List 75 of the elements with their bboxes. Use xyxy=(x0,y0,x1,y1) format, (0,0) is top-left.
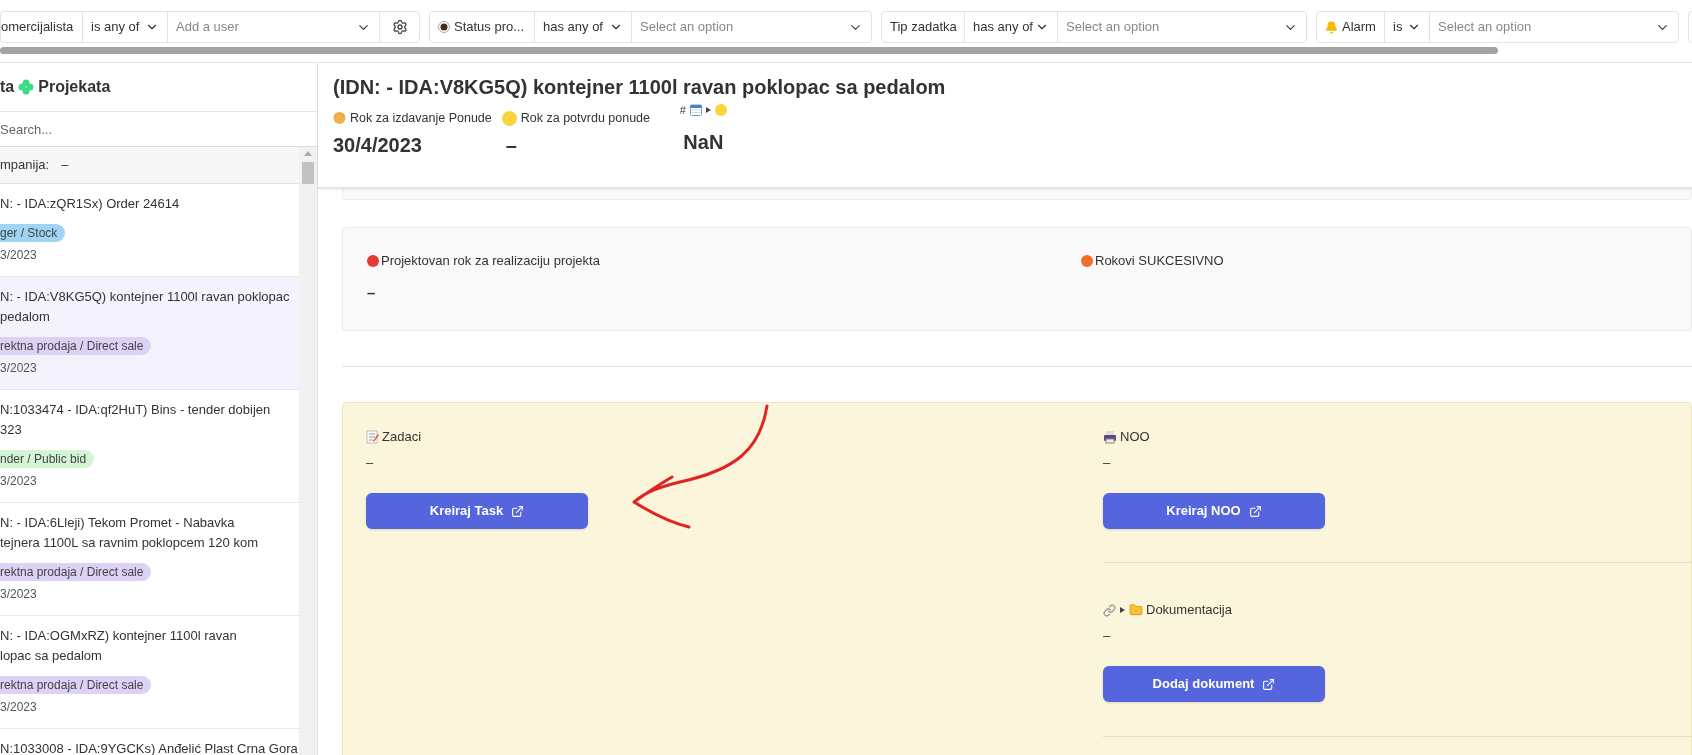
sidebar-title: ta xyxy=(0,77,15,97)
filter-label[interactable]: Status pro... xyxy=(430,12,535,42)
folder-icon xyxy=(1129,603,1143,617)
project-tag: ger / Stock xyxy=(0,224,66,242)
scroll-thumb[interactable] xyxy=(302,162,314,184)
external-link-icon xyxy=(511,504,525,518)
project-title: N: - IDA:V8KG5Q) kontejner 1100l ravan poklopac xyxy=(0,288,291,306)
section-label: Zadaci xyxy=(382,428,422,447)
field-value: NaN xyxy=(683,130,724,155)
project-tag: rektna prodaja / Direct sale xyxy=(0,676,152,694)
operator-dropdown[interactable]: has any of xyxy=(535,12,632,42)
vertical-scrollbar[interactable] xyxy=(299,147,317,755)
field-value: – xyxy=(504,133,518,158)
filter-label[interactable]: Tip zadatka xyxy=(882,12,965,42)
project-item[interactable]: N: - IDA:V8KG5Q) kontejner 1100l ravan poklopac pedalom rektna prodaja / Direct sale 3/2023 xyxy=(0,277,299,390)
field-label: Rok za izdavanje Ponude xyxy=(350,109,492,127)
operator-dropdown[interactable]: has any of xyxy=(965,12,1058,42)
project-title: lopac sa pedalom xyxy=(0,647,103,665)
action-button[interactable]: Kreiraj NOO xyxy=(1103,493,1325,529)
page-title: (IDN: - IDA:V8KG5Q) kontejner 1100l ravan poklopac sa pedalom xyxy=(333,75,947,100)
section-value: – xyxy=(1103,627,1112,644)
project-title: pedalom xyxy=(0,308,51,326)
operator-dropdown[interactable]: is any of xyxy=(83,12,168,42)
section-value: – xyxy=(1103,454,1112,471)
select-field[interactable]: Select an option xyxy=(1430,12,1678,42)
group-value: – xyxy=(61,156,69,175)
person-icon xyxy=(333,111,346,125)
scroll-up-arrow-icon[interactable] xyxy=(304,151,312,156)
field-label: # xyxy=(679,102,686,118)
deadline-value: – xyxy=(367,283,377,303)
operator-dropdown[interactable]: is xyxy=(1385,12,1430,42)
project-title: N:1033474 - IDA:qf2HuT) Bins - tender dobijen xyxy=(0,401,272,419)
field-label: Rok za potvrdu ponude xyxy=(520,109,651,127)
link-icon xyxy=(1103,603,1116,617)
project-tag: nder / Public bid xyxy=(0,450,95,468)
project-date: 3/2023 xyxy=(0,247,38,264)
group-label: mpanija: xyxy=(0,156,50,175)
filter-label[interactable]: omercijalista xyxy=(1,12,83,42)
bell-icon xyxy=(1325,20,1338,34)
project-title: N: - IDA:zQR1Sx) Order 24614 xyxy=(0,195,181,213)
section-label: NOO xyxy=(1120,428,1150,447)
select-field[interactable]: Add a user xyxy=(168,12,379,42)
field-value: 30/4/2023 xyxy=(333,133,423,158)
project-tag: rektna prodaja / Direct sale xyxy=(0,337,152,355)
project-date: 3/2023 xyxy=(0,699,38,716)
project-date: 3/2023 xyxy=(0,360,38,377)
caret-icon xyxy=(705,107,711,113)
section-value: – xyxy=(366,454,375,471)
section-label: Dokumentacija xyxy=(1146,601,1232,620)
settings-icon xyxy=(391,19,408,35)
clover-icon xyxy=(18,79,35,95)
caret-icon xyxy=(1120,607,1125,613)
filter-label[interactable]: Alarm xyxy=(1317,12,1385,42)
project-title: 323 xyxy=(0,421,23,439)
deadline-label: Projektovan rok za realizaciju projekta xyxy=(381,252,600,271)
eye-icon xyxy=(438,21,450,33)
sidebar-title: Projekata xyxy=(38,77,111,97)
project-title: N: - IDA:6Lleji) Tekom Promet - Nabavka xyxy=(0,514,236,532)
select-field[interactable]: Select an option xyxy=(632,12,871,42)
action-button[interactable]: Kreiraj Task xyxy=(366,493,588,529)
horizontal-scrollbar[interactable] xyxy=(0,47,1498,54)
select-field[interactable]: Select an option xyxy=(1058,12,1306,42)
action-button[interactable]: Dodaj dokument xyxy=(1103,666,1325,702)
project-title: tejnera 1100L sa ravnim poklopcem 120 kom xyxy=(0,534,259,552)
project-date: 3/2023 xyxy=(0,473,38,490)
deadline-label: Rokovi SUKCESIVNO xyxy=(1095,252,1224,271)
memo-icon xyxy=(366,430,379,444)
project-date: 3/2023 xyxy=(0,586,38,603)
project-tag: rektna prodaja / Direct sale xyxy=(0,563,152,581)
external-link-icon xyxy=(1248,504,1262,518)
calendar-icon xyxy=(689,104,702,116)
printer-icon xyxy=(1103,430,1117,444)
external-link-icon xyxy=(1262,677,1276,691)
project-title: N:1033008 - IDA:9YGCKs) Anđelić Plast Crna Gora xyxy=(0,740,299,755)
project-title: N: - IDA:OGMxRZ) kontejner 1100l ravan xyxy=(0,627,238,645)
